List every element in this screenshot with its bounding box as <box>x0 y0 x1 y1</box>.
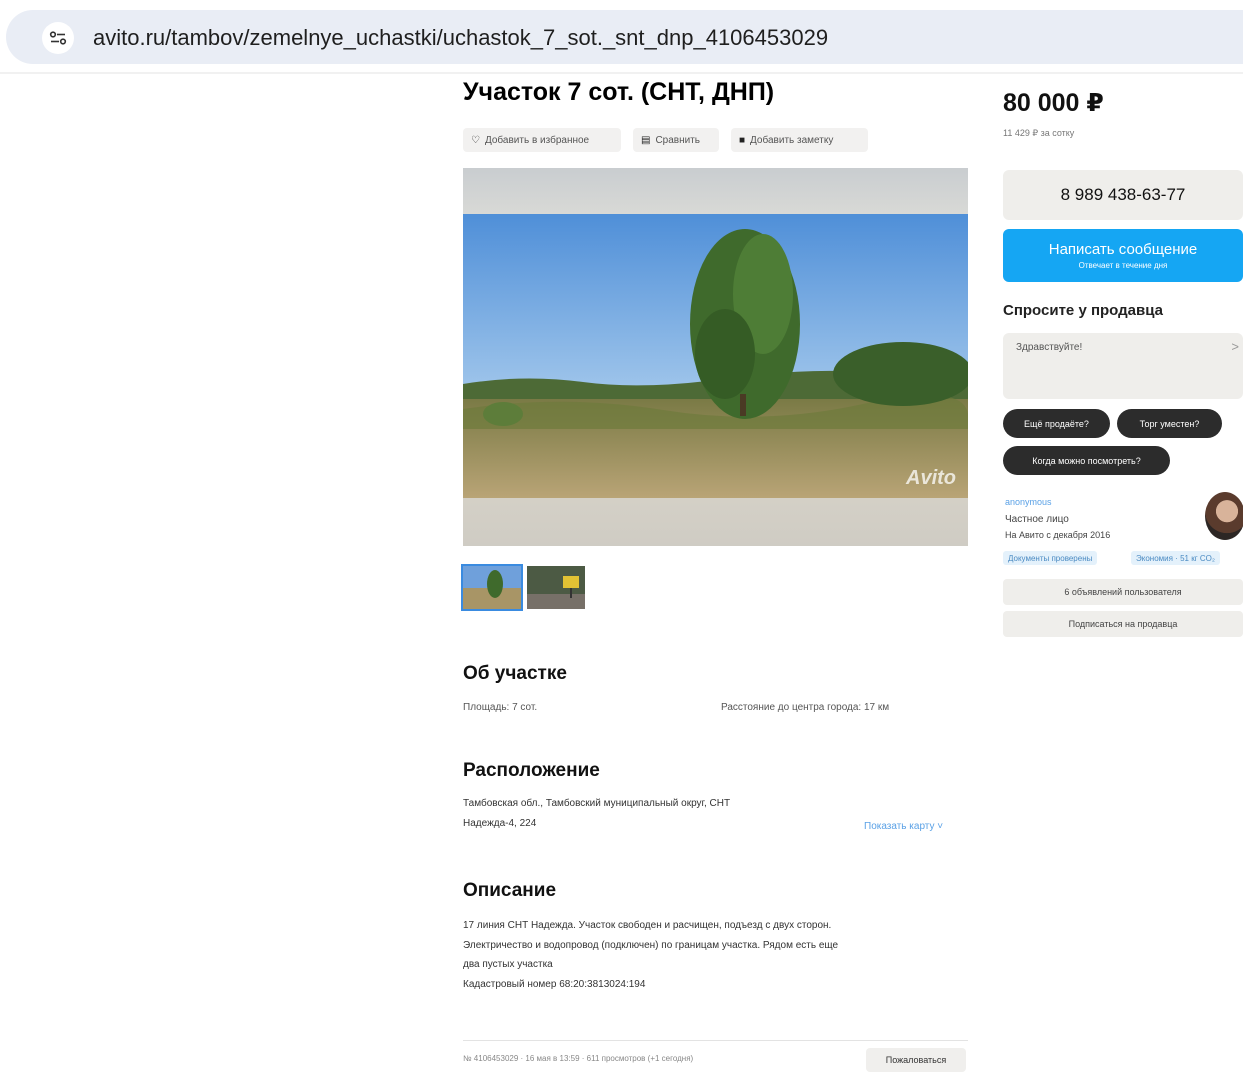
compare-button[interactable]: ▤ Сравнить <box>633 128 719 152</box>
chevron-down-icon: ˅ <box>937 821 944 832</box>
address-line-1: Тамбовская обл., Тамбовский муниципальны… <box>463 798 731 809</box>
add-to-favorites-button[interactable]: ♡ Добавить в избранное <box>463 128 621 152</box>
photo-thumbnail-1[interactable] <box>461 564 523 611</box>
price-per-unit: 11 429 ₽ за сотку <box>1003 128 1075 138</box>
seller-name-link[interactable]: anonymous <box>1005 497 1052 507</box>
description-line: Электричество и водопровод (подключен) п… <box>463 939 839 951</box>
quick-question-chip[interactable]: Торг уместен? <box>1117 409 1222 438</box>
description-text: 17 линия СНТ Надежда. Участок свободен и… <box>463 916 968 994</box>
divider <box>0 72 1243 74</box>
add-note-button[interactable]: ■ Добавить заметку <box>731 128 868 152</box>
site-settings-icon[interactable] <box>42 22 74 54</box>
send-icon[interactable]: > <box>1231 339 1239 354</box>
description-line: 17 линия СНТ Надежда. Участок свободен и… <box>463 920 832 931</box>
seller-type: Частное лицо <box>1005 514 1069 525</box>
report-button[interactable]: Пожаловаться <box>866 1048 966 1072</box>
divider <box>463 1040 968 1041</box>
distance-value: Расстояние до центра города: 17 км <box>721 702 890 713</box>
avito-watermark: Avito <box>906 467 956 489</box>
heart-icon: ♡ <box>471 134 480 146</box>
description-line: два пустых участка <box>463 959 553 970</box>
status-badge[interactable]: Документы проверены <box>1003 551 1098 565</box>
about-heading: Об участке <box>463 663 567 684</box>
seller-since: На Авито с декабря 2016 <box>1005 530 1111 540</box>
address-line-2: Надежда-4, 224 <box>463 818 537 829</box>
listing-title: Участок 7 сот. (СНТ, ДНП) <box>463 78 775 106</box>
response-time-label: Отвечает в течение дня <box>1078 261 1168 270</box>
ask-seller-heading: Спросите у продавца <box>1003 302 1163 319</box>
quick-question-chip[interactable]: Когда можно посмотреть? <box>1003 446 1170 475</box>
area-value: Площадь: 7 сот. <box>463 702 538 713</box>
price: 80 000 ₽ <box>1003 89 1104 117</box>
url-text[interactable]: avito.ru/tambov/zemelnye_uchastki/uchast… <box>93 25 828 51</box>
ask-seller-input[interactable]: Здравствуйте! > <box>1003 333 1243 399</box>
quick-question-chip[interactable]: Ещё продаёте? <box>1003 409 1110 438</box>
photo-bottom-band <box>463 498 968 546</box>
show-map-link[interactable]: Показать карту ˅ <box>864 821 943 832</box>
photo-top-band <box>463 168 968 214</box>
add-note-label: Добавить заметку <box>750 134 834 146</box>
browser-address-bar: avito.ru/tambov/zemelnye_uchastki/uchast… <box>0 0 1243 74</box>
status-badge[interactable]: Экономия · 51 кг CO₂ <box>1131 551 1220 565</box>
listing-meta: № 4106453029 · 16 мая в 13:59 · 611 прос… <box>463 1054 694 1063</box>
avatar[interactable] <box>1205 492 1243 540</box>
add-to-favorites-label: Добавить в избранное <box>484 134 590 146</box>
description-heading: Описание <box>463 880 557 901</box>
compare-icon: ▤ <box>641 134 651 146</box>
land-plot-photo <box>463 214 968 498</box>
main-photo[interactable]: Avito <box>463 168 968 546</box>
url-field-container[interactable]: avito.ru/tambov/zemelnye_uchastki/uchast… <box>6 10 1243 64</box>
location-heading: Расположение <box>463 760 600 781</box>
write-message-label: Написать сообщение <box>1048 241 1198 258</box>
cadastral-number: Кадастровый номер 68:20:3813024:194 <box>463 978 646 990</box>
show-phone-button[interactable]: 8 989 438-63-77 <box>1003 170 1243 220</box>
ask-seller-text[interactable]: Здравствуйте! <box>1016 342 1082 353</box>
write-message-button[interactable]: Написать сообщение Отвечает в течение дн… <box>1003 229 1243 282</box>
photo-thumbnail-2[interactable] <box>527 566 585 609</box>
show-map-label: Показать карту <box>864 821 935 832</box>
seller-listings-button[interactable]: 6 объявлений пользователя <box>1003 579 1243 605</box>
subscribe-seller-button[interactable]: Подписаться на продавца <box>1003 611 1243 637</box>
compare-label: Сравнить <box>655 134 701 146</box>
note-icon: ■ <box>739 134 746 146</box>
